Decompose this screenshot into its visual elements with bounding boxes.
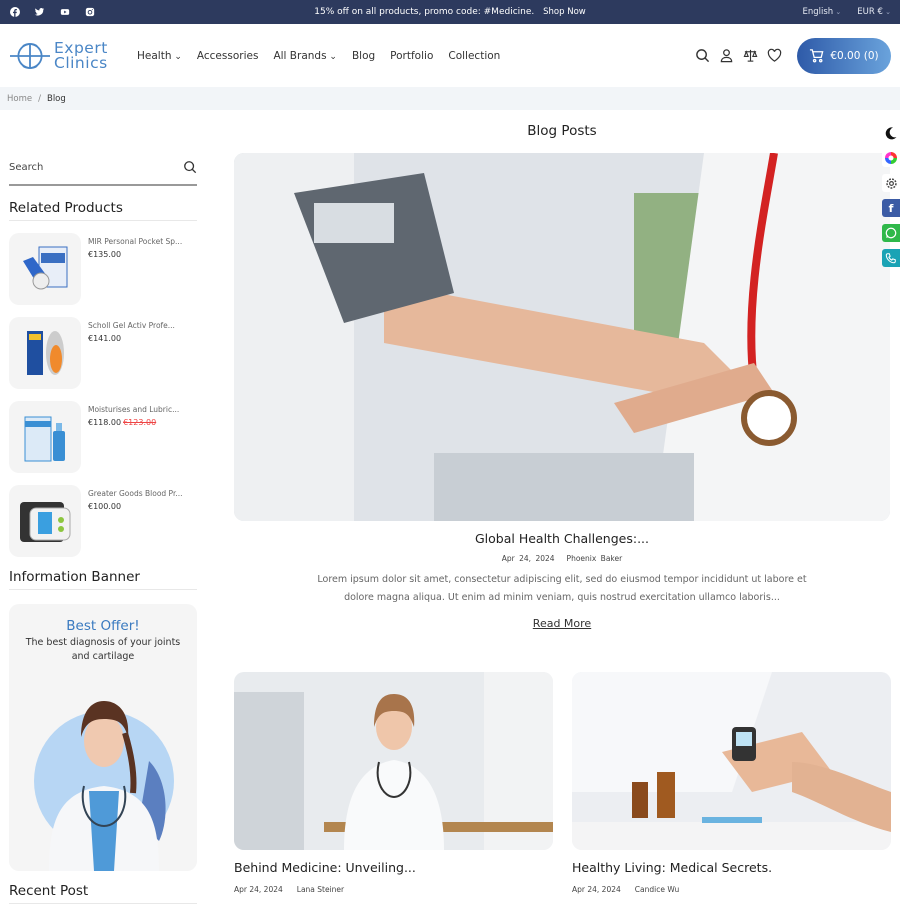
sidebar: Search Related Products MIR Personal Poc… [9, 150, 197, 904]
nav-health[interactable]: Health [137, 50, 182, 62]
cart-total: €0.00 (0) [830, 49, 879, 62]
youtube-icon[interactable] [59, 7, 70, 18]
whatsapp-icon[interactable] [882, 224, 900, 242]
product-name[interactable]: MIR Personal Pocket Sp... [88, 237, 182, 246]
related-products-title: Related Products [9, 200, 197, 221]
featured-post-date: Apr 24, 2024 [501, 554, 555, 563]
product-price: €135.00 [88, 250, 122, 259]
product-item[interactable]: Scholl Gel Activ Profe... €141.00 [9, 317, 197, 389]
post-image[interactable] [572, 672, 891, 850]
featured-post-excerpt: Lorem ipsum dolor sit amet, consectetur … [317, 574, 807, 603]
post-image[interactable] [234, 672, 553, 850]
featured-post-image[interactable] [234, 153, 890, 521]
breadcrumb: Home / Blog [0, 87, 900, 110]
featured-post-title[interactable]: Global Health Challenges:... [234, 531, 890, 546]
promo-banner: 15% off on all products, promo code: #Me… [0, 7, 900, 17]
main-nav: Health Accessories All Brands Blog Portf… [137, 50, 500, 62]
post-card[interactable]: Healthy Living: Medical Secrets. Apr 24,… [572, 672, 891, 894]
search-input[interactable]: Search [9, 150, 197, 186]
logo-line-2: Clinics [54, 53, 108, 72]
product-image[interactable] [9, 233, 81, 305]
floating-toolbar: f [882, 124, 900, 267]
information-banner-title: Information Banner [9, 569, 197, 590]
breadcrumb-separator: / [38, 93, 41, 104]
product-name[interactable]: Moisturises and Lubric... [88, 405, 179, 414]
color-wheel-icon[interactable] [882, 149, 900, 167]
post-title[interactable]: Behind Medicine: Unveiling... [234, 860, 553, 875]
instagram-icon[interactable] [84, 7, 95, 18]
banner-heading: Best Offer! [66, 618, 140, 634]
search-icon[interactable] [183, 160, 197, 174]
promo-text: 15% off on all products, promo code: #Me… [314, 7, 535, 17]
product-image[interactable] [9, 401, 81, 473]
post-author: Candice Wu [634, 885, 680, 894]
featured-post-author: Phoenix Baker [566, 554, 623, 563]
nav-all-brands[interactable]: All Brands [273, 50, 337, 62]
product-price: €141.00 [88, 334, 122, 343]
currency-selector[interactable]: EUR € [857, 7, 891, 17]
breadcrumb-current: Blog [46, 93, 66, 104]
product-old-price: €123.00 [123, 418, 157, 427]
facebook-icon[interactable] [9, 7, 20, 18]
facebook-icon[interactable]: f [882, 199, 900, 217]
product-item[interactable]: Moisturises and Lubric... €118.00 €123.00 [9, 401, 197, 473]
post-title[interactable]: Healthy Living: Medical Secrets. [572, 860, 891, 875]
top-bar: 15% off on all products, promo code: #Me… [0, 0, 900, 24]
wishlist-icon[interactable] [767, 48, 782, 63]
nav-portfolio[interactable]: Portfolio [390, 50, 433, 62]
breadcrumb-home[interactable]: Home [7, 94, 32, 104]
language-selector[interactable]: English [803, 7, 842, 17]
info-banner[interactable]: Best Offer! The best diagnosis of your j… [9, 604, 197, 871]
moon-icon[interactable] [882, 124, 900, 142]
search-icon[interactable] [695, 48, 710, 63]
banner-text: The best diagnosis of your joints and ca… [25, 637, 181, 662]
twitter-icon[interactable] [34, 7, 45, 18]
nav-blog[interactable]: Blog [352, 50, 375, 62]
cart-button[interactable]: €0.00 (0) [797, 37, 891, 74]
logo[interactable]: Expert Clinics [9, 40, 121, 72]
logo-icon [10, 42, 50, 69]
post-author: Lana Steiner [296, 885, 345, 894]
cart-icon [810, 49, 824, 63]
post-card[interactable]: Behind Medicine: Unveiling... Apr 24, 20… [234, 672, 553, 894]
phone-icon[interactable] [882, 249, 900, 267]
product-image[interactable] [9, 317, 81, 389]
gear-icon[interactable] [882, 174, 900, 192]
nav-accessories[interactable]: Accessories [197, 50, 259, 62]
product-price: €118.00 [88, 418, 122, 427]
product-item[interactable]: MIR Personal Pocket Sp... €135.00 [9, 233, 197, 305]
product-name[interactable]: Greater Goods Blood Pr... [88, 489, 183, 498]
account-icon[interactable] [719, 48, 734, 63]
nav-collection[interactable]: Collection [448, 50, 500, 62]
site-header: Expert Clinics Health Accessories All Br… [0, 24, 900, 87]
social-links [9, 7, 95, 18]
doctor-image [34, 701, 174, 871]
product-item[interactable]: Greater Goods Blood Pr... €100.00 [9, 485, 197, 557]
product-price: €100.00 [88, 502, 122, 511]
blog-main: Blog Posts Global Health Challenges:... … [234, 110, 891, 894]
product-name[interactable]: Scholl Gel Activ Profe... [88, 321, 175, 330]
read-more-link[interactable]: Read More [234, 617, 890, 630]
page-title: Blog Posts [527, 123, 597, 139]
post-date: Apr 24, 2024 [572, 885, 621, 894]
shop-now-link[interactable]: Shop Now [543, 7, 586, 17]
compare-icon[interactable] [743, 48, 758, 63]
post-date: Apr 24, 2024 [234, 885, 283, 894]
product-image[interactable] [9, 485, 81, 557]
search-placeholder: Search [9, 161, 44, 173]
recent-post-title: Recent Post [9, 883, 197, 904]
